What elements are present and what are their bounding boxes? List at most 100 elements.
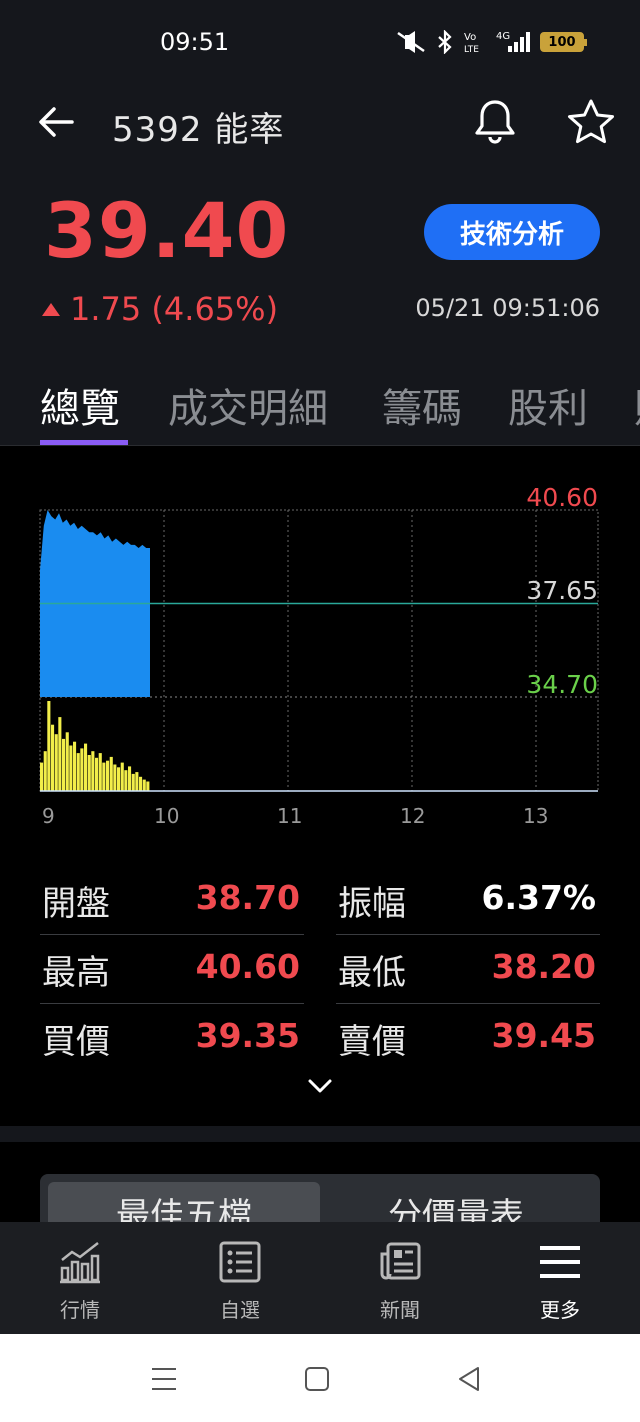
battery-icon: 100 bbox=[540, 32, 587, 52]
volume-bar bbox=[65, 732, 69, 791]
volume-bar bbox=[142, 779, 146, 791]
stock-header: 5392 能率 39.40 技術分析 1.75 (4.65%) 05/21 09… bbox=[0, 86, 640, 446]
stat-value: 39.45 bbox=[491, 1016, 596, 1055]
volume-bar bbox=[109, 756, 113, 791]
bluetooth-icon bbox=[438, 30, 452, 54]
tab-chips[interactable]: 籌碼 bbox=[382, 376, 462, 434]
volume-bar bbox=[91, 751, 95, 791]
nav-label: 行情 bbox=[60, 1298, 100, 1322]
stat-bid: 買價 39.35 bbox=[40, 1004, 304, 1073]
volume-bar bbox=[76, 753, 80, 791]
volume-bar bbox=[146, 781, 150, 791]
menu-icon bbox=[540, 1246, 580, 1278]
status-icons: Vo LTE 4G 100 bbox=[396, 30, 587, 54]
volume-bar bbox=[43, 751, 47, 791]
stat-label: 賣價 bbox=[338, 1022, 406, 1062]
volume-bar bbox=[135, 772, 139, 791]
volume-bar bbox=[117, 767, 121, 791]
stat-ask: 賣價 39.45 bbox=[336, 1004, 600, 1073]
volume-bar bbox=[84, 743, 88, 791]
mute-icon bbox=[397, 31, 425, 53]
stat-value: 40.60 bbox=[195, 947, 300, 986]
stat-low: 最低 38.20 bbox=[336, 935, 600, 1004]
nav-label: 更多 bbox=[540, 1298, 580, 1322]
volume-bar bbox=[113, 764, 117, 791]
x-tick: 12 bbox=[400, 804, 426, 828]
chart-high-label: 40.60 bbox=[526, 483, 598, 512]
stat-label: 最高 bbox=[42, 953, 110, 993]
chart-low-label: 34.70 bbox=[526, 670, 598, 699]
volume-bar bbox=[124, 770, 128, 791]
back-triangle-icon[interactable] bbox=[456, 1365, 482, 1393]
tab-dividend[interactable]: 股利 bbox=[508, 376, 588, 434]
recents-icon[interactable] bbox=[150, 1366, 178, 1392]
volume-bar bbox=[106, 760, 110, 791]
status-bar: 09:51 Vo LTE 4G 100 bbox=[0, 0, 640, 86]
volume-bar bbox=[98, 753, 102, 791]
volte-icon: Vo LTE bbox=[464, 32, 479, 54]
volume-bar bbox=[47, 701, 51, 791]
stat-open: 開盤 38.70 bbox=[40, 866, 304, 935]
price-change-text: 1.75 (4.65%) bbox=[70, 290, 279, 328]
volume-bar bbox=[58, 717, 62, 791]
chart-ref-label: 37.65 bbox=[526, 576, 598, 605]
bell-icon[interactable] bbox=[472, 98, 518, 146]
nav-news[interactable]: 新聞 bbox=[320, 1222, 480, 1334]
price-change: 1.75 (4.65%) bbox=[42, 290, 278, 328]
chevron-down-icon[interactable] bbox=[306, 1076, 334, 1096]
volume-bar bbox=[51, 724, 55, 791]
x-tick: 9 bbox=[42, 804, 55, 828]
stat-value: 39.35 bbox=[195, 1016, 300, 1055]
volume-bar bbox=[139, 776, 143, 791]
stat-amplitude: 振幅 6.37% bbox=[336, 866, 600, 935]
back-icon[interactable] bbox=[36, 102, 76, 142]
stat-label: 買價 bbox=[42, 1022, 110, 1062]
volume-bar bbox=[69, 745, 73, 791]
volume-bar bbox=[40, 762, 44, 791]
volume-bar bbox=[131, 773, 135, 791]
nav-label: 新聞 bbox=[380, 1298, 420, 1322]
svg-text:LTE: LTE bbox=[464, 45, 479, 54]
tab-more-cutoff[interactable]: 財 bbox=[634, 376, 640, 434]
volume-bar bbox=[54, 734, 58, 791]
tab-bar: 總覽 成交明細 籌碼 股利 財 bbox=[0, 376, 640, 446]
up-arrow-icon bbox=[42, 302, 60, 316]
system-nav-bar bbox=[0, 1334, 640, 1422]
x-tick: 13 bbox=[523, 804, 549, 828]
signal-4g-icon: 4G bbox=[496, 31, 530, 52]
stat-label: 最低 bbox=[338, 953, 406, 993]
nav-more[interactable]: 更多 bbox=[480, 1222, 640, 1334]
volume-bar bbox=[87, 755, 91, 791]
bottom-nav: 行情 自選 新聞 更多 bbox=[0, 1222, 640, 1334]
home-icon[interactable] bbox=[304, 1366, 330, 1392]
current-price: 39.40 bbox=[44, 186, 290, 275]
stat-value: 6.37% bbox=[481, 878, 597, 917]
tab-trade-details[interactable]: 成交明細 bbox=[168, 376, 328, 434]
nav-label: 自選 bbox=[220, 1298, 260, 1322]
chart-bars-icon bbox=[60, 1242, 100, 1284]
volume-bar bbox=[73, 741, 77, 791]
news-icon bbox=[380, 1242, 421, 1280]
x-tick: 11 bbox=[277, 804, 303, 828]
x-tick: 10 bbox=[154, 804, 180, 828]
volume-bar bbox=[95, 757, 99, 791]
tab-overview[interactable]: 總覽 bbox=[40, 376, 120, 434]
svg-text:4G: 4G bbox=[496, 31, 510, 42]
stat-label: 開盤 bbox=[42, 884, 110, 924]
nav-market[interactable]: 行情 bbox=[0, 1222, 160, 1334]
nav-watchlist[interactable]: 自選 bbox=[160, 1222, 320, 1334]
stat-label: 振幅 bbox=[338, 884, 406, 924]
volume-bar bbox=[102, 762, 106, 791]
quote-timestamp: 05/21 09:51:06 bbox=[415, 294, 600, 322]
stat-value: 38.20 bbox=[491, 947, 596, 986]
star-icon[interactable] bbox=[566, 98, 616, 146]
list-icon bbox=[219, 1241, 261, 1283]
svg-text:Vo: Vo bbox=[464, 32, 476, 43]
section-divider bbox=[0, 1126, 640, 1142]
volume-bar bbox=[62, 738, 66, 791]
technical-analysis-button[interactable]: 技術分析 bbox=[424, 204, 600, 260]
stat-value: 38.70 bbox=[195, 878, 300, 917]
status-time: 09:51 bbox=[160, 28, 230, 56]
stat-high: 最高 40.60 bbox=[40, 935, 304, 1004]
stock-title: 5392 能率 bbox=[112, 110, 285, 150]
